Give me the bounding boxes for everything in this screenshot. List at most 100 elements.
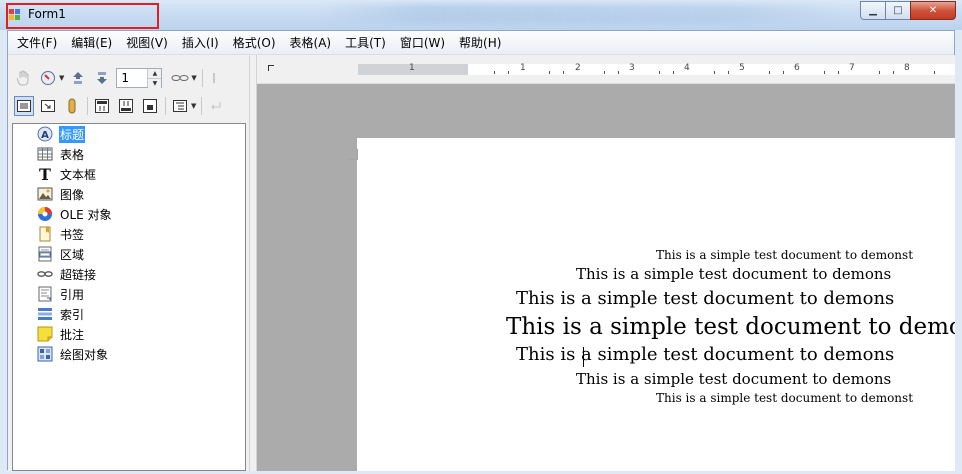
tree-label-section: 区域 xyxy=(60,247,85,262)
document-line[interactable]: This is a simple test document to demons xyxy=(576,370,956,388)
tab-stop-selector[interactable] xyxy=(268,65,274,71)
page-number-value[interactable]: 1 xyxy=(117,71,129,85)
tree-item-drawing-object[interactable]: 绘图对象 xyxy=(37,344,109,364)
tree-item-reference[interactable]: 引用 xyxy=(37,284,85,304)
index-icon xyxy=(37,306,53,322)
document-line[interactable]: This is a simple test document to demons… xyxy=(656,391,956,405)
tree-label-bookmark: 书签 xyxy=(60,227,85,242)
tree-item-text-frame[interactable]: T 文本框 xyxy=(37,164,97,184)
maximize-button[interactable]: □ xyxy=(885,1,910,20)
demote-button[interactable] xyxy=(206,96,226,116)
tree-label-heading: 标题 xyxy=(59,125,86,143)
menu-file[interactable]: 文件(F) xyxy=(10,32,64,54)
anchor-button[interactable] xyxy=(140,96,160,116)
heading-levels-button[interactable] xyxy=(170,96,190,116)
hyperlink-icon xyxy=(37,266,53,282)
tree-label-hyperlink: 超链接 xyxy=(60,267,97,282)
navigator-tree[interactable]: A 标题 表格 T 文本框 图像 OLE 对象 书签 区域 超链接 引用 索引 … xyxy=(12,123,246,471)
menu-window[interactable]: 窗口(W) xyxy=(393,32,452,54)
menu-tools[interactable]: 工具(T) xyxy=(338,32,393,54)
navigator-panel: ▼ 1 ▲ ▼ ▼ ▼ A 标题 表格 T 文本框 图像 OLE 对象 书签 区… xyxy=(8,55,249,471)
ruler-number: 1 xyxy=(409,63,415,73)
navigation-button[interactable] xyxy=(38,68,58,88)
window-controls: ▁ □ ✕ xyxy=(860,1,956,20)
tree-label-reference: 引用 xyxy=(60,287,85,302)
ruler-number: 4 xyxy=(684,63,690,73)
tree-label-index: 索引 xyxy=(60,307,85,322)
ruler-tick xyxy=(508,71,509,74)
toggle-button[interactable] xyxy=(14,68,34,88)
close-icon: ✕ xyxy=(928,5,938,16)
ruler-number: 6 xyxy=(794,63,800,73)
next-button[interactable] xyxy=(92,68,112,88)
ruler-number: 5 xyxy=(739,63,745,73)
compass-icon xyxy=(41,71,55,85)
heading-promote-button[interactable] xyxy=(207,68,227,88)
tree-item-comment[interactable]: 批注 xyxy=(37,324,85,344)
menu-format[interactable]: 格式(O) xyxy=(226,32,283,54)
toolbar-separator xyxy=(165,97,166,115)
ruler-tick xyxy=(893,71,894,74)
document-line[interactable]: This is a simple test document to demons… xyxy=(656,248,956,262)
tree-item-index[interactable]: 索引 xyxy=(37,304,85,324)
tree-item-image[interactable]: 图像 xyxy=(37,184,85,204)
comment-icon xyxy=(37,326,53,342)
footer-button[interactable] xyxy=(116,96,136,116)
chain-link-icon xyxy=(171,75,189,81)
drawing-object-icon xyxy=(37,346,53,362)
ruler-number: 7 xyxy=(849,63,855,73)
page-number-spinner[interactable]: 1 ▲ ▼ xyxy=(116,68,163,88)
content-view-icon xyxy=(41,100,55,112)
document-line[interactable]: This is a simple test document to demons xyxy=(506,314,956,340)
navigator-toolbar-top: ▼ 1 ▲ ▼ ▼ xyxy=(14,65,231,91)
menu-view[interactable]: 视图(V) xyxy=(119,32,175,54)
menu-help[interactable]: 帮助(H) xyxy=(452,32,508,54)
close-button[interactable]: ✕ xyxy=(910,1,956,20)
bookmark-icon xyxy=(37,226,53,242)
ruler-tick xyxy=(824,71,825,74)
tree-item-section[interactable]: 区域 xyxy=(37,244,85,264)
tree-label-text-frame: 文本框 xyxy=(60,167,97,182)
document-view[interactable]: 1 1 2 3 4 5 6 7 8 This is a simple test … xyxy=(257,55,956,471)
panel-splitter[interactable] xyxy=(249,55,257,471)
list-box-toggle-button[interactable] xyxy=(14,96,34,116)
menu-bar: 文件(F) 编辑(E) 视图(V) 插入(I) 格式(O) 表格(A) 工具(T… xyxy=(8,31,954,55)
spinner-arrows[interactable]: ▲ ▼ xyxy=(147,69,162,88)
tree-item-hyperlink[interactable]: 超链接 xyxy=(37,264,97,284)
content-view-button[interactable] xyxy=(38,96,58,116)
menu-insert[interactable]: 插入(I) xyxy=(175,32,226,54)
document-line[interactable]: This is a simple test document to demons xyxy=(576,265,956,283)
heading-levels-dropdown-icon[interactable]: ▼ xyxy=(191,102,196,110)
header-button[interactable] xyxy=(92,96,112,116)
tree-item-ole-object[interactable]: OLE 对象 xyxy=(37,204,113,224)
horizontal-ruler[interactable]: 1 1 2 3 4 5 6 7 8 xyxy=(358,63,956,75)
header-icon xyxy=(95,99,109,113)
svg-text:A: A xyxy=(41,130,49,141)
tree-item-table[interactable]: 表格 xyxy=(37,144,85,164)
document-line[interactable]: This is a simple test document to demons xyxy=(516,288,956,309)
up-arrow-icon xyxy=(73,72,84,84)
document-line[interactable]: This is a simple test document to demons xyxy=(516,344,956,365)
drag-mode-button[interactable] xyxy=(170,68,190,88)
tree-item-heading[interactable]: A 标题 xyxy=(37,124,86,144)
minimize-icon: ▁ xyxy=(869,5,877,16)
previous-button[interactable] xyxy=(68,68,88,88)
minimize-button[interactable]: ▁ xyxy=(860,1,885,20)
navigation-dropdown-icon[interactable]: ▼ xyxy=(59,74,64,82)
toolbar-separator xyxy=(87,97,88,115)
spinner-up-icon[interactable]: ▲ xyxy=(148,69,162,79)
spinner-down-icon[interactable]: ▼ xyxy=(148,79,162,88)
footer-icon xyxy=(119,99,133,113)
ruler-number: 8 xyxy=(904,63,910,73)
tree-item-bookmark[interactable]: 书签 xyxy=(37,224,85,244)
tree-label-image: 图像 xyxy=(60,187,85,202)
image-icon xyxy=(37,186,53,202)
bar-icon xyxy=(212,73,215,83)
reminder-button[interactable] xyxy=(62,96,82,116)
menu-edit[interactable]: 编辑(E) xyxy=(64,32,119,54)
drag-mode-dropdown-icon[interactable]: ▼ xyxy=(191,74,196,82)
ruler-tick xyxy=(838,71,839,74)
window-border-right xyxy=(955,30,962,474)
menu-table[interactable]: 表格(A) xyxy=(283,32,339,54)
ruler-tick xyxy=(549,71,550,74)
